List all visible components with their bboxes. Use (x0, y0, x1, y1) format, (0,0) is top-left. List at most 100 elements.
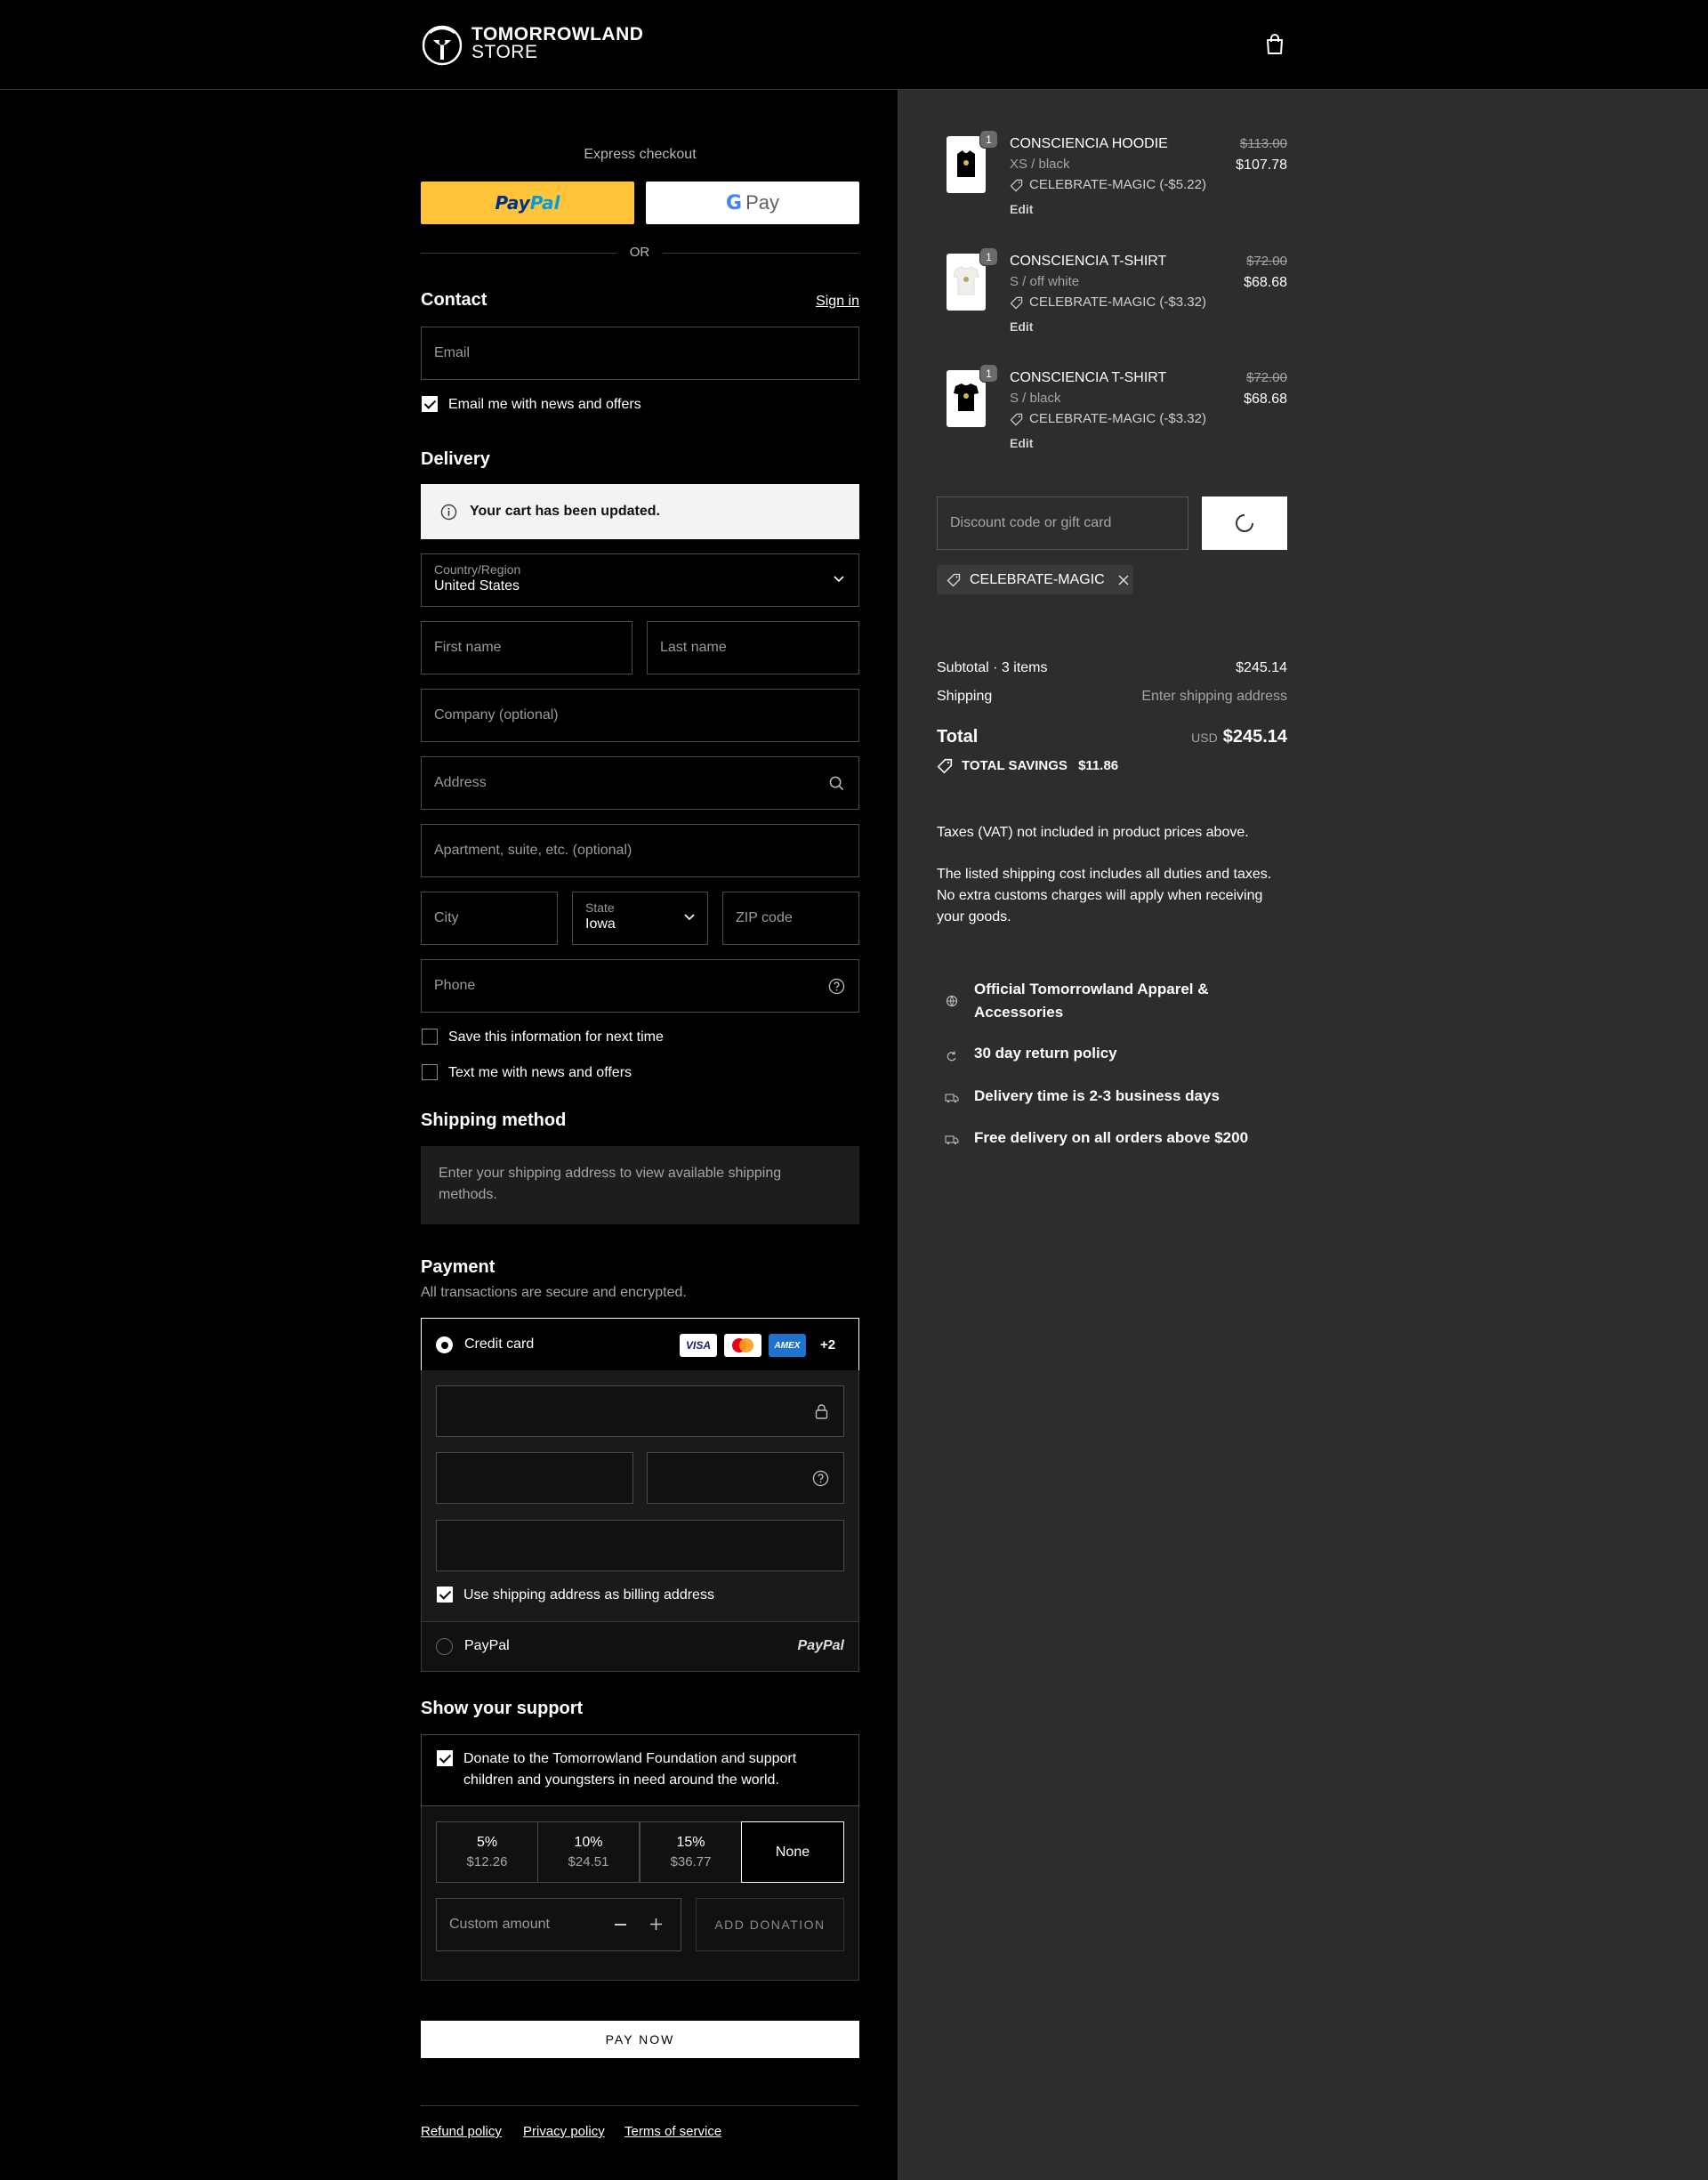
tag-icon (1010, 179, 1023, 192)
subtotal-label: Subtotal · 3 items (937, 660, 1048, 675)
card-number-field[interactable] (436, 1385, 844, 1437)
paypal-option-label: PayPal (464, 1638, 510, 1653)
visa-card-icon: VISA (680, 1334, 717, 1357)
privacy-policy-link[interactable]: Privacy policy (523, 2124, 605, 2139)
last-name-placeholder: Last name (660, 640, 727, 655)
donation-option-amount: $24.51 (568, 1854, 609, 1869)
tag-icon (947, 573, 961, 587)
payment-subtitle: All transactions are secure and encrypte… (421, 1285, 687, 1300)
discounted-price: $107.78 (1236, 157, 1287, 173)
google-pay-button[interactable]: G Pay (646, 182, 859, 224)
minus-icon[interactable] (615, 1924, 626, 1926)
shipping-method-message-box: Enter your shipping address to view avai… (421, 1146, 859, 1224)
globe-icon (946, 995, 958, 1007)
original-price: $72.00 (1246, 254, 1287, 269)
apartment-field[interactable]: Apartment, suite, etc. (optional) (421, 824, 859, 877)
company-field[interactable]: Company (optional) (421, 689, 859, 742)
donation-option-10[interactable]: 10% $24.51 (537, 1821, 640, 1883)
country-value: United States (434, 578, 520, 593)
first-name-placeholder: First name (434, 640, 502, 655)
email-news-checkbox[interactable] (422, 396, 438, 412)
quantity-badge: 1 (979, 130, 998, 149)
currency-code: USD (1191, 731, 1218, 745)
city-placeholder: City (434, 910, 459, 925)
discount-code-field[interactable]: Discount code or gift card (937, 497, 1188, 550)
save-info-checkbox[interactable] (422, 1029, 438, 1045)
edit-item-link[interactable]: Edit (1010, 202, 1033, 216)
credit-card-option[interactable]: Credit card VISA AMEX +2 (421, 1318, 859, 1371)
email-field[interactable]: Email (421, 327, 859, 380)
logo-title: TOMORROWLAND (471, 24, 644, 44)
help-circle-icon[interactable] (812, 1470, 829, 1487)
city-field[interactable]: City (421, 892, 558, 945)
phone-field[interactable]: Phone (421, 959, 859, 1013)
plus-icon[interactable] (650, 1918, 662, 1930)
cart-updated-text: Your cart has been updated. (470, 504, 660, 519)
more-card-brands: +2 (820, 1337, 836, 1352)
paypal-payment-option[interactable]: PayPal PayPal (421, 1621, 859, 1672)
cart-item: 1 CONSCIENCIA HOODIE XS / black CELEBRAT… (946, 130, 1287, 224)
email-news-label: Email me with news and offers (448, 397, 641, 412)
add-donation-button[interactable]: ADD DONATION (696, 1898, 844, 1951)
quantity-badge: 1 (979, 247, 998, 266)
duties-note: The listed shipping cost includes all du… (937, 867, 1272, 924)
expiry-field[interactable] (436, 1452, 633, 1504)
original-price: $113.00 (1239, 136, 1287, 151)
country-select[interactable]: Country/Region United States (421, 553, 859, 607)
shopping-bag-icon[interactable] (1263, 33, 1286, 56)
security-code-field[interactable] (647, 1452, 844, 1504)
shipping-value: Enter shipping address (1141, 689, 1287, 704)
address-field[interactable]: Address (421, 756, 859, 810)
support-heading: Show your support (421, 1699, 584, 1718)
paypal-express-button[interactable]: PayPal (421, 182, 634, 224)
pay-now-label: PAY NOW (605, 2032, 675, 2047)
perk-return-policy: 30 day return policy (974, 1045, 1117, 1062)
cart-updated-notice: Your cart has been updated. (421, 484, 859, 539)
donate-checkbox[interactable] (437, 1750, 453, 1766)
donation-option-none[interactable]: None (741, 1821, 844, 1883)
email-placeholder: Email (434, 345, 471, 360)
shipping-label: Shipping (937, 689, 993, 704)
cart-item: 1 CONSCIENCIA T-SHIRT S / off white CELE… (946, 247, 1287, 342)
sign-in-link[interactable]: Sign in (801, 294, 859, 310)
paypal-radio[interactable] (436, 1638, 453, 1655)
chevron-down-icon (684, 914, 695, 921)
last-name-field[interactable]: Last name (647, 621, 859, 674)
search-icon[interactable] (829, 776, 844, 791)
edit-item-link[interactable]: Edit (1010, 319, 1033, 334)
first-name-field[interactable]: First name (421, 621, 632, 674)
terms-of-service-link[interactable]: Terms of service (624, 2124, 721, 2139)
state-value: Iowa (585, 916, 616, 932)
express-checkout-title: Express checkout (584, 147, 697, 162)
item-discount: CELEBRATE-MAGIC (-$3.32) (1029, 411, 1206, 426)
address-placeholder: Address (434, 775, 487, 790)
name-on-card-field[interactable] (436, 1520, 844, 1571)
donation-option-15[interactable]: 15% $36.77 (640, 1821, 742, 1883)
close-icon[interactable] (1118, 574, 1129, 585)
add-donation-label: ADD DONATION (714, 1918, 826, 1932)
mastercard-icon (724, 1334, 761, 1357)
apply-discount-button[interactable] (1202, 497, 1287, 550)
donate-text: Donate to the Tomorrowland Foundation an… (463, 1751, 797, 1788)
loading-spinner-icon (1235, 513, 1254, 533)
pay-now-button[interactable]: PAY NOW (421, 2021, 859, 2058)
billing-address-checkbox[interactable] (437, 1587, 453, 1603)
text-news-checkbox[interactable] (422, 1064, 438, 1080)
custom-amount-field[interactable]: Custom amount (436, 1898, 681, 1951)
refund-policy-link[interactable]: Refund policy (421, 2124, 502, 2139)
google-g-icon: G (726, 191, 743, 214)
credit-card-radio[interactable] (436, 1336, 453, 1353)
credit-card-label: Credit card (464, 1336, 535, 1352)
state-select[interactable]: State Iowa (572, 892, 708, 945)
store-logo[interactable]: TOMORROWLAND STORE (421, 20, 643, 67)
donation-option-5[interactable]: 5% $12.26 (436, 1821, 538, 1883)
country-label: Country/Region (434, 562, 521, 577)
zip-field[interactable]: ZIP code (722, 892, 859, 945)
product-name: CONSCIENCIA HOODIE (1010, 136, 1168, 151)
help-circle-icon[interactable] (828, 978, 845, 995)
perk-official-apparel: Official Tomorrowland Apparel & Accessor… (974, 981, 1209, 1021)
shipping-method-message: Enter your shipping address to view avai… (439, 1166, 782, 1202)
phone-placeholder: Phone (434, 978, 476, 993)
discount-code-placeholder: Discount code or gift card (950, 515, 1112, 530)
edit-item-link[interactable]: Edit (1010, 436, 1033, 450)
